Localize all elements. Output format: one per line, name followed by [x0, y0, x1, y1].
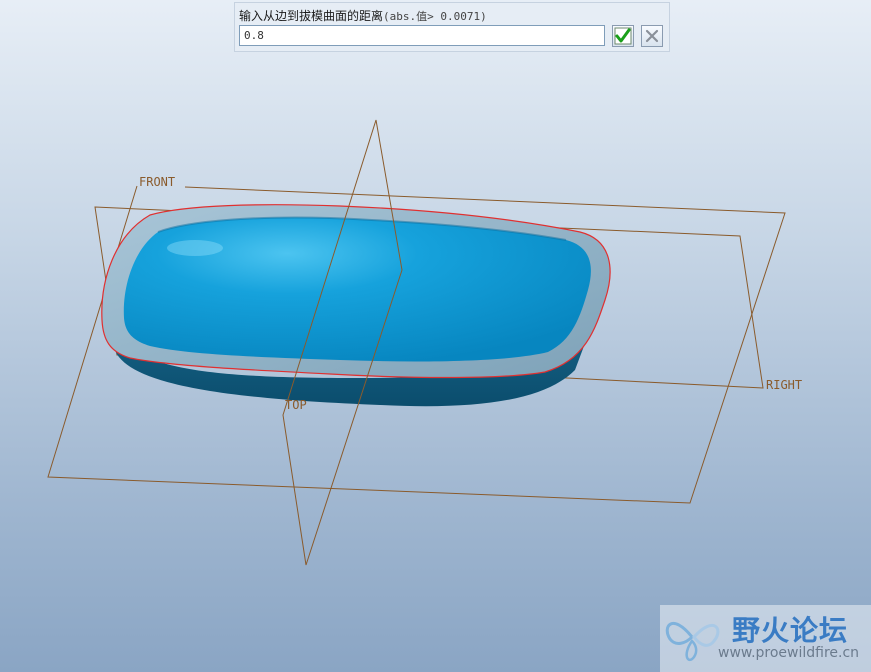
prompt-text: 输入从边到拔模曲面的距离 — [239, 9, 384, 23]
watermark: 野火论坛 www.proewildfire.cn — [660, 605, 871, 672]
graphics-viewport[interactable]: FRONT TOP RIGHT — [0, 0, 871, 672]
distance-input[interactable] — [239, 25, 605, 46]
prompt-label: 输入从边到拔模曲面的距离(abs.值> 0.0071) — [239, 7, 487, 24]
datum-label-top: TOP — [285, 398, 307, 412]
prompt-hint: (abs.值> 0.0071) — [383, 10, 487, 23]
datum-label-right: RIGHT — [766, 378, 802, 392]
watermark-title: 野火论坛 — [732, 614, 849, 647]
butterfly-logo-icon — [665, 622, 720, 662]
watermark-url: www.proewildfire.cn — [718, 645, 860, 661]
cancel-button[interactable] — [641, 25, 663, 47]
close-icon — [645, 29, 659, 43]
part-model[interactable] — [101, 204, 611, 407]
input-prompt-panel: 输入从边到拔模曲面的距离(abs.值> 0.0071) — [234, 2, 670, 52]
checkmark-icon — [614, 27, 632, 45]
datum-label-front: FRONT — [139, 175, 175, 189]
accept-button[interactable] — [612, 25, 634, 47]
